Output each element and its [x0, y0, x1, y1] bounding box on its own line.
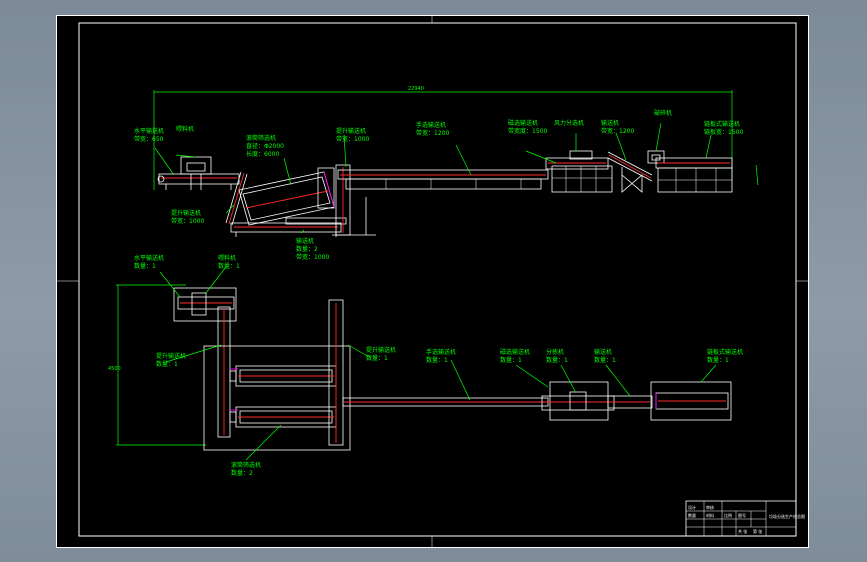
- plan-magnetic-station: [541, 381, 615, 421]
- elevation-label-e10-line-0: 链板式输送机: [704, 120, 740, 128]
- feeder-machine: [180, 156, 212, 190]
- magnetic-sorting-station: [545, 150, 613, 193]
- elevation-label-e1-line-1: 带宽：650: [134, 135, 164, 143]
- elevation-label-e12-line-1: 数量：2: [296, 245, 318, 253]
- elevation-label-e4-line-1: 带宽：1000: [336, 135, 369, 143]
- plan-label-p6-line-1: 数量：1: [500, 356, 522, 364]
- plan-label-p1-line-1: 数量：1: [134, 262, 156, 270]
- plan-label-p6-line-0: 磁选输送机: [500, 348, 530, 356]
- plan-label-p2-line-0: 喂料机: [218, 254, 236, 262]
- inclined-conveyor: [607, 151, 653, 193]
- elevation-label-e11-line-0: 提升输送机: [171, 209, 201, 217]
- plan-label-p7-line-1: 数量：1: [546, 356, 568, 364]
- plan-label-p8-line-1: 数量：1: [594, 356, 616, 364]
- plan-label-p9-line-0: 链板式输送机: [707, 348, 743, 356]
- plan-label-p7-line-0: 分拣机: [546, 348, 564, 356]
- plan-label-p3-line-0: 提升输送机: [156, 352, 186, 360]
- elevation-label-e8-line-0: 输送机: [601, 119, 619, 127]
- bottom-conveyors: [230, 217, 347, 237]
- svg-text:数量: 数量: [688, 512, 696, 518]
- elevation-label-e3-line-0: 滚筒筛选机: [246, 134, 276, 142]
- plan-label-p4-line-0: 提升输送机: [366, 346, 396, 354]
- overall-dimension-text: 22940: [408, 86, 424, 92]
- cad-drawing: 22940 4500 垃圾分选生产线总图 设计 审核 比例 图号 共 张 第 张…: [56, 15, 809, 548]
- elevation-label-e3-line-1: 直径：Φ2000: [246, 142, 284, 150]
- plan-label-p1-line-0: 水平输送机: [134, 254, 164, 262]
- sheet-inner-border: [78, 22, 797, 537]
- sheet-outer-border: [56, 15, 809, 548]
- elevation-label-e4-line-0: 提升输送机: [336, 127, 366, 135]
- plan-horizontal-conveyor: [173, 287, 237, 322]
- trommel-screen: [238, 167, 335, 226]
- plan-label-p4-line-1: 数量：1: [366, 354, 388, 362]
- elevation-label-e8-line-1: 带宽：1200: [601, 127, 634, 135]
- elevation-view: 22940: [153, 86, 759, 237]
- lift-conveyor-right: [332, 164, 376, 236]
- plan-output-conveyor: [607, 395, 653, 409]
- plan-label-p5-line-0: 手选输送机: [426, 348, 456, 356]
- title-block: 垃圾分选生产线总图 设计 审核 比例 图号 共 张 第 张 数量 材料: [685, 500, 805, 537]
- elevation-label-e12-line-0: 输送机: [296, 237, 314, 245]
- elevation-label-e7-line-0: 风力分选机: [554, 119, 584, 127]
- elevation-label-e3-line-2: 长度：6000: [246, 150, 279, 158]
- svg-text:第 张: 第 张: [753, 528, 762, 534]
- chain-plate-conveyor: [655, 157, 733, 193]
- svg-text:共 张: 共 张: [738, 528, 747, 534]
- elevation-label-e11-line-1: 带宽：1000: [171, 217, 204, 225]
- plan-label-p8-line-0: 输送机: [594, 348, 612, 356]
- plan-label-p10-line-1: 数量：2: [231, 469, 253, 477]
- hand-picking-conveyor: [337, 169, 549, 190]
- svg-text:比例: 比例: [724, 512, 732, 518]
- lift-conveyor-left: [225, 171, 248, 226]
- plan-lift-conveyor-left: [217, 306, 231, 438]
- plan-trommel-frame: [203, 345, 351, 451]
- svg-text:审核: 审核: [706, 504, 714, 510]
- svg-text:图号: 图号: [738, 512, 746, 518]
- elevation-label-e2-line-0: 喂料机: [176, 125, 194, 133]
- svg-text:设计: 设计: [688, 504, 696, 510]
- plan-chain-plate-conveyor: [650, 381, 732, 421]
- elevation-label-e5-line-0: 手选输送机: [416, 121, 446, 129]
- elevation-label-e6-line-1: 带宽度：1500: [508, 127, 547, 135]
- plan-label-p5-line-1: 数量：1: [426, 356, 448, 364]
- annotation-labels: 水平输送机带宽：650喂料机滚筒筛选机直径：Φ2000长度：6000提升输送机带…: [134, 109, 743, 477]
- horizontal-conveyor: [157, 173, 240, 190]
- plan-view: 4500: [108, 266, 732, 461]
- plan-trommel-screens: [229, 365, 337, 428]
- plan-label-p3-line-1: 数量：1: [156, 360, 178, 368]
- elevation-label-e9-line-0: 破碎机: [654, 109, 672, 117]
- elevation-label-e6-line-0: 磁选输送机: [508, 119, 538, 127]
- title-block-drawing-title: 垃圾分选生产线总图: [769, 513, 805, 519]
- plan-hand-picking-conveyor: [342, 397, 549, 407]
- cad-viewport[interactable]: 22940 4500 垃圾分选生产线总图 设计 审核 比例 图号 共 张 第 张…: [56, 15, 809, 548]
- elevation-label-e5-line-1: 带宽：1200: [416, 129, 449, 137]
- svg-text:材料: 材料: [706, 512, 714, 518]
- elevation-label-e10-line-1: 链板宽：1500: [704, 128, 743, 136]
- plan-dimension-text: 4500: [108, 366, 121, 372]
- elevation-label-e12-line-2: 带宽：1000: [296, 253, 329, 261]
- elevation-label-e1-line-0: 水平输送机: [134, 127, 164, 135]
- plan-label-p2-line-1: 数量：1: [218, 262, 240, 270]
- plan-label-p9-line-1: 数量：1: [707, 356, 729, 364]
- plan-label-p10-line-0: 滚筒筛选机: [231, 461, 261, 469]
